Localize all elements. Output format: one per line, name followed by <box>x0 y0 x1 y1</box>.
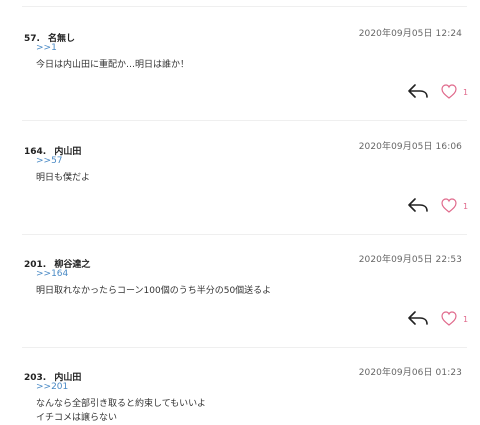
share-arrow-icon[interactable] <box>408 311 428 325</box>
reply-link[interactable]: >>1 <box>36 43 57 53</box>
comment-header: 57. 名無し 2020年09月05日 12:24 <box>24 26 462 44</box>
reply-link[interactable]: >>164 <box>36 269 68 279</box>
comment-item: 164. 内山田 2020年09月05日 16:06 >>57 明日も僕だよ 1 <box>0 139 480 235</box>
share-arrow-icon[interactable] <box>408 84 428 98</box>
like-count: 1 <box>463 315 469 324</box>
top-divider <box>22 6 467 7</box>
heart-icon[interactable] <box>441 311 457 326</box>
reply-link[interactable]: >>57 <box>36 156 63 166</box>
heart-icon[interactable] <box>441 198 457 213</box>
like-count: 1 <box>463 202 469 211</box>
comment-text: なんなら全部引き取ると約束してもいいよ <box>36 399 206 409</box>
like-count: 1 <box>463 88 469 97</box>
comment-header: 164. 内山田 2020年09月05日 16:06 <box>24 139 462 157</box>
comment-text: 明日取れなかったらコーン100個のうち半分の50個送るよ <box>36 286 272 296</box>
comment-text: イチコメは譲らない <box>36 413 118 423</box>
comment-item: 57. 名無し 2020年09月05日 12:24 >>1 今日は内山田に重配か… <box>0 26 480 121</box>
heart-icon[interactable] <box>441 84 457 99</box>
comment-text: 明日も僕だよ <box>36 173 91 183</box>
comment-divider <box>22 120 467 121</box>
comment-date: 2020年09月06日 01:23 <box>358 368 462 378</box>
comment-date: 2020年09月05日 12:24 <box>358 29 462 39</box>
comment-divider <box>22 347 467 348</box>
comment-item: 201. 柳谷達之 2020年09月05日 22:53 >>164 明日取れなか… <box>0 252 480 348</box>
comment-date: 2020年09月05日 16:06 <box>358 142 462 152</box>
comment-header: 201. 柳谷達之 2020年09月05日 22:53 <box>24 252 462 270</box>
comment-date: 2020年09月05日 22:53 <box>358 255 462 265</box>
comment-item: 203. 内山田 2020年09月06日 01:23 >>201 なんなら全部引… <box>0 365 480 425</box>
comment-divider <box>22 234 467 235</box>
share-arrow-icon[interactable] <box>408 198 428 212</box>
reply-link[interactable]: >>201 <box>36 382 68 392</box>
comment-text: 今日は内山田に重配か…明日は誰か！ <box>36 60 190 70</box>
comment-header: 203. 内山田 2020年09月06日 01:23 <box>24 365 462 383</box>
